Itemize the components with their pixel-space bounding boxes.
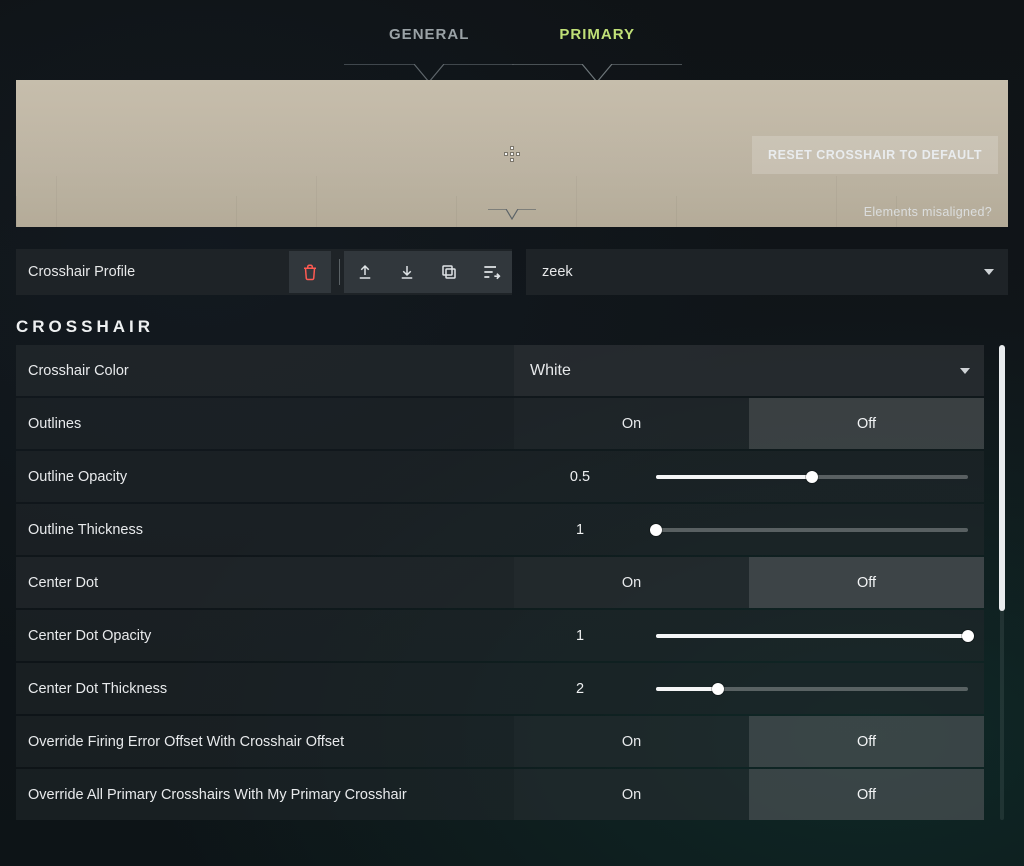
row-outlines: Outlines On Off [16, 398, 984, 449]
row-label: Center Dot Thickness [16, 681, 514, 697]
override-firing-off[interactable]: Off [749, 716, 984, 767]
outline-thickness-control: 1 [514, 504, 984, 555]
row-override-all: Override All Primary Crosshairs With My … [16, 769, 984, 820]
override-firing-on[interactable]: On [514, 716, 749, 767]
row-label: Override Firing Error Offset With Crossh… [16, 734, 514, 750]
tab-general-label: GENERAL [389, 26, 469, 43]
outline-opacity-value[interactable]: 0.5 [514, 469, 646, 485]
crosshair-preview: RESET CROSSHAIR TO DEFAULT Elements misa… [16, 80, 1008, 227]
trash-icon [301, 263, 319, 281]
center-dot-opacity-value[interactable]: 1 [514, 628, 646, 644]
tab-primary[interactable]: PRIMARY [559, 26, 635, 64]
center-dot-opacity-control: 1 [514, 610, 984, 661]
row-center-dot-opacity: Center Dot Opacity 1 [16, 610, 984, 661]
crosshair-profile-panel: Crosshair Profile [16, 249, 512, 295]
row-center-dot-thickness: Center Dot Thickness 2 [16, 663, 984, 714]
elements-misaligned-link[interactable]: Elements misaligned? [864, 205, 992, 219]
center-dot-thickness-slider[interactable] [646, 663, 984, 714]
outlines-on[interactable]: On [514, 398, 749, 449]
sort-icon [481, 262, 501, 282]
row-crosshair-color: Crosshair Color White [16, 345, 984, 396]
row-label: Outline Thickness [16, 522, 514, 538]
upload-icon [356, 263, 374, 281]
row-label: Center Dot [16, 575, 514, 591]
center-dot-thickness-value[interactable]: 2 [514, 681, 646, 697]
reset-crosshair-button[interactable]: RESET CROSSHAIR TO DEFAULT [752, 136, 998, 174]
row-outline-opacity: Outline Opacity 0.5 [16, 451, 984, 502]
outline-opacity-control: 0.5 [514, 451, 984, 502]
row-label: Center Dot Opacity [16, 628, 514, 644]
override-firing-toggle: On Off [514, 716, 984, 767]
outline-thickness-slider[interactable] [646, 504, 984, 555]
delete-profile-button[interactable] [289, 251, 331, 293]
outlines-off[interactable]: Off [749, 398, 984, 449]
import-profile-button[interactable] [386, 251, 428, 293]
center-dot-opacity-slider[interactable] [646, 610, 984, 661]
crosshair-profile-value: zeek [542, 264, 573, 280]
override-all-off[interactable]: Off [749, 769, 984, 820]
outline-thickness-value[interactable]: 1 [514, 522, 646, 538]
row-label: Crosshair Color [16, 363, 514, 379]
override-all-toggle: On Off [514, 769, 984, 820]
outlines-toggle: On Off [514, 398, 984, 449]
row-label: Outlines [16, 416, 514, 432]
sort-profiles-button[interactable] [470, 251, 512, 293]
crosshair-profile-bar: Crosshair Profile [16, 249, 1008, 295]
row-center-dot: Center Dot On Off [16, 557, 984, 608]
tab-primary-label: PRIMARY [559, 26, 635, 43]
center-dot-thickness-control: 2 [514, 663, 984, 714]
chevron-down-icon [960, 368, 970, 374]
crosshair-settings-list: Crosshair Color White Outlines On Off Ou… [16, 345, 1008, 820]
crosshair-profile-label: Crosshair Profile [28, 264, 135, 280]
download-icon [398, 263, 416, 281]
preview-notch-icon [488, 209, 536, 227]
row-label: Override All Primary Crosshairs With My … [16, 787, 514, 803]
copy-icon [440, 263, 458, 281]
row-override-firing: Override Firing Error Offset With Crossh… [16, 716, 984, 767]
copy-profile-button[interactable] [428, 251, 470, 293]
crosshair-icon [505, 147, 519, 161]
separator [339, 259, 340, 285]
section-title-crosshair: CROSSHAIR [16, 317, 1008, 337]
profile-tools [289, 249, 512, 295]
override-all-on[interactable]: On [514, 769, 749, 820]
scrollbar-thumb[interactable] [999, 345, 1005, 611]
settings-tabs: GENERAL PRIMARY [0, 0, 1024, 64]
tab-general[interactable]: GENERAL [389, 26, 469, 64]
crosshair-profile-select[interactable]: zeek [526, 249, 1008, 295]
row-outline-thickness: Outline Thickness 1 [16, 504, 984, 555]
crosshair-color-select[interactable]: White [514, 345, 984, 396]
center-dot-toggle: On Off [514, 557, 984, 608]
chevron-down-icon [984, 269, 994, 275]
center-dot-on[interactable]: On [514, 557, 749, 608]
outline-opacity-slider[interactable] [646, 451, 984, 502]
export-profile-button[interactable] [344, 251, 386, 293]
row-label: Outline Opacity [16, 469, 514, 485]
center-dot-off[interactable]: Off [749, 557, 984, 608]
crosshair-color-value: White [530, 362, 571, 380]
